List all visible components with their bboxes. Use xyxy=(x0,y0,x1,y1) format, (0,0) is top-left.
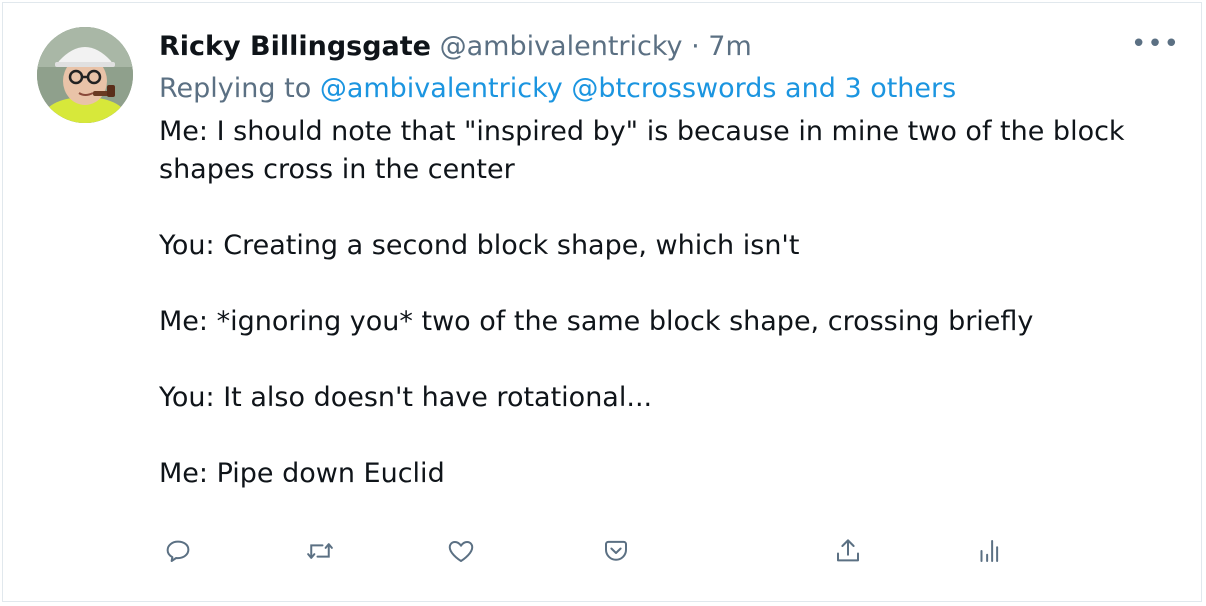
tweet-card[interactable]: Ricky Billingsgate @ambivalentricky · 7m… xyxy=(2,2,1202,602)
analytics-button[interactable] xyxy=(967,529,1011,573)
separator-dot: · xyxy=(691,31,700,62)
share-button[interactable] xyxy=(826,529,870,573)
replying-users-link[interactable]: @ambivalentricky @btcrosswords and 3 oth… xyxy=(320,73,956,104)
replying-to: Replying to @ambivalentricky @btcrosswor… xyxy=(159,71,956,107)
reply-icon xyxy=(166,540,190,562)
retweet-button[interactable] xyxy=(298,529,342,573)
like-button[interactable] xyxy=(439,529,483,573)
avatar-image xyxy=(37,27,133,123)
analytics-icon xyxy=(980,540,999,562)
author-handle[interactable]: @ambivalentricky xyxy=(440,31,683,62)
retweet-icon xyxy=(307,543,333,559)
tweet-paragraph: You: It also doesn't have rotational... xyxy=(159,382,653,413)
heart-icon xyxy=(448,541,474,562)
pocket-icon xyxy=(605,540,627,561)
tweet-header: Ricky Billingsgate @ambivalentricky · 7m xyxy=(159,29,752,65)
action-bar xyxy=(3,529,1201,573)
tweet-time[interactable]: 7m xyxy=(708,31,751,62)
tweet-paragraph: Me: I should note that "inspired by" is … xyxy=(159,116,1125,185)
more-options-icon[interactable]: ••• xyxy=(1131,31,1179,61)
tweet-paragraph: You: Creating a second block shape, whic… xyxy=(159,230,800,261)
replying-prefix: Replying to xyxy=(159,73,312,104)
tweet-text: Me: I should note that "inspired by" is … xyxy=(159,113,1159,493)
avatar[interactable] xyxy=(37,27,133,123)
share-icon xyxy=(837,539,859,562)
reply-button[interactable] xyxy=(156,529,200,573)
tweet-paragraph: Me: Pipe down Euclid xyxy=(159,458,445,489)
tweet-paragraph: Me: *ignoring you* two of the same block… xyxy=(159,306,1034,337)
author-name[interactable]: Ricky Billingsgate xyxy=(159,31,431,62)
pocket-button[interactable] xyxy=(594,529,638,573)
